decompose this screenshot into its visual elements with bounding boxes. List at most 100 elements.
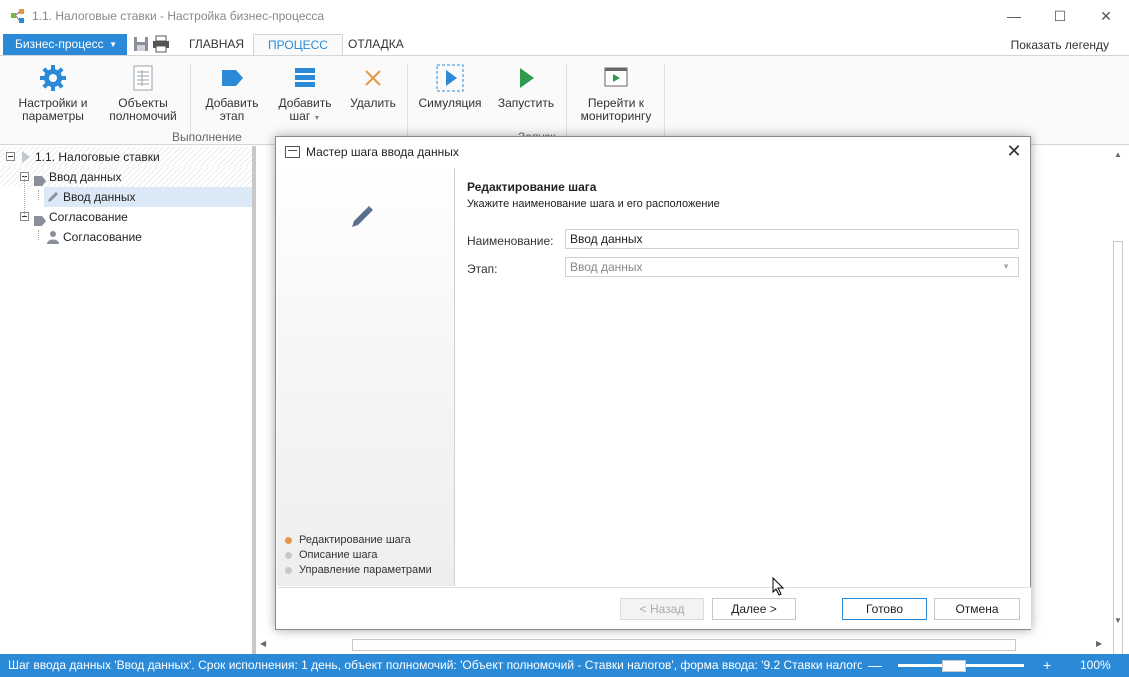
delete-button[interactable]: Удалить (344, 64, 402, 110)
add-step-button[interactable]: Добавить шаг ▼ (272, 64, 338, 125)
dialog-titlebar: Мастер шага ввода данных ✕ (276, 137, 1030, 167)
play-icon (512, 64, 540, 92)
zoom-in-button[interactable]: + (1043, 654, 1051, 677)
maximize-button[interactable]: ☐ (1037, 0, 1083, 32)
step-dot (285, 567, 292, 574)
tree-node-root[interactable]: 1.1. Налоговые ставки (0, 147, 252, 167)
close-window-button[interactable]: ✕ (1083, 0, 1129, 32)
step-wizard-dialog: Мастер шага ввода данных ✕ Редактировани… (275, 136, 1031, 630)
wizard-step-label: Описание шага (299, 549, 378, 561)
list-bars-icon (291, 64, 319, 92)
tree-step2-label: Согласование (63, 230, 142, 244)
ribbon-separator (190, 64, 191, 140)
close-icon[interactable]: ✕ (1006, 142, 1022, 160)
add-stage-button[interactable]: Добавить этап (198, 64, 266, 123)
tree-stage1-label: Ввод данных (49, 170, 122, 184)
wizard-subheading: Укажите наименование шага и его располож… (467, 198, 720, 210)
name-label: Наименование: (467, 234, 554, 248)
business-process-menu-label: Бизнес-процесс (15, 37, 104, 51)
mouse-cursor-icon (772, 576, 786, 600)
window-title: 1.1. Налоговые ставки - Настройка бизнес… (32, 9, 325, 23)
wizard-step-label: Редактирование шага (299, 534, 411, 546)
done-button[interactable]: Готово (842, 598, 927, 620)
scroll-left-icon[interactable]: ◀ (260, 639, 266, 648)
active-step-dot (285, 537, 292, 544)
wizard-step-label: Управление параметрами (299, 564, 432, 576)
run-label: Запустить (497, 96, 555, 110)
zoom-slider-thumb[interactable] (942, 660, 966, 672)
tree-connector (38, 230, 39, 240)
user-icon (46, 230, 60, 250)
wizard-heading: Редактирование шага (467, 180, 597, 194)
authority-objects-button[interactable]: Объекты полномочий (104, 64, 182, 123)
save-icon[interactable] (131, 35, 151, 53)
scroll-up-icon[interactable]: ▲ (1114, 150, 1122, 159)
tab-main[interactable]: ГЛАВНАЯ (175, 34, 258, 56)
stage-select-value: Ввод данных (570, 260, 643, 274)
settings-parameters-button[interactable]: Настройки и параметры (14, 64, 92, 123)
tree-stage2-label: Согласование (49, 210, 128, 224)
tab-process[interactable]: ПРОЦЕСС (253, 34, 343, 56)
tree-node-step[interactable]: Ввод данных (44, 187, 252, 207)
tree-node-stage[interactable]: Ввод данных (0, 167, 252, 187)
name-input[interactable]: Ввод данных (565, 229, 1019, 249)
go-to-monitoring-button[interactable]: Перейти к мониторингу (574, 64, 658, 123)
back-button[interactable]: < Назад (620, 598, 704, 620)
tree-node-step[interactable]: Согласование (44, 227, 252, 247)
wizard-content: Редактирование шага Укажите наименование… (457, 168, 1029, 586)
business-process-menu-button[interactable]: Бизнес-процесс ▼ (3, 34, 127, 55)
gear-icon (39, 64, 67, 92)
window-titlebar: 1.1. Налоговые ставки - Настройка бизнес… (0, 0, 1129, 32)
zoom-level: 100% (1080, 658, 1111, 672)
dialog-footer: < Назад Далее > Готово Отмена (277, 587, 1031, 629)
zoom-out-button[interactable]: — (868, 654, 882, 677)
horizontal-scrollbar[interactable]: ◀ ▶ (256, 636, 1110, 654)
document-table-icon (129, 64, 157, 92)
simulation-label: Симуляция (418, 96, 482, 110)
ribbon-separator (664, 64, 665, 140)
scroll-down-icon[interactable]: ▼ (1114, 616, 1122, 625)
window-icon (285, 146, 300, 158)
tab-debug[interactable]: ОТЛАДКА (334, 34, 418, 56)
collapse-toggle[interactable] (6, 152, 15, 161)
minimize-button[interactable]: — (991, 0, 1037, 32)
print-icon[interactable] (151, 35, 171, 53)
ribbon-separator (407, 64, 408, 140)
tree-step1-label: Ввод данных (63, 190, 136, 204)
monitor-label-line2: мониторингу (580, 109, 652, 123)
objects-label-line2: полномочий (109, 109, 177, 123)
show-legend-link[interactable]: Показать легенду (1011, 38, 1109, 52)
monitor-play-icon (602, 64, 630, 92)
scrollbar-thumb[interactable] (352, 639, 1016, 651)
ribbon-tabbar: Бизнес-процесс ▼ ГЛАВНАЯ ПРОЦЕСС ОТЛАДКА… (0, 33, 1129, 56)
chevron-down-icon: ▼ (109, 40, 117, 49)
simulation-play-icon (436, 64, 464, 92)
status-bar: Шаг ввода данных 'Ввод данных'. Срок исп… (0, 654, 1129, 677)
ribbon-separator (566, 64, 567, 140)
status-text: Шаг ввода данных 'Ввод данных'. Срок исп… (8, 658, 862, 672)
pane-splitter[interactable] (252, 146, 256, 654)
stage-label: Этап: (467, 262, 498, 276)
tree-connector (24, 176, 25, 216)
cancel-button[interactable]: Отмена (934, 598, 1020, 620)
process-tree: 1.1. Налоговые ставки Ввод данных Ввод д… (0, 146, 252, 654)
simulation-button[interactable]: Симуляция (414, 64, 486, 110)
vertical-scrollbar[interactable]: ▲ ▼ (1110, 146, 1129, 677)
pencil-icon (349, 204, 375, 233)
tree-node-stage[interactable]: Согласование (0, 207, 252, 227)
delete-label: Удалить (350, 96, 396, 110)
scrollbar-thumb[interactable] (1113, 241, 1123, 677)
next-button[interactable]: Далее > (712, 598, 796, 620)
delete-x-icon (359, 64, 387, 92)
scroll-right-icon[interactable]: ▶ (1096, 639, 1102, 648)
add-stage-label-line2: этап (219, 109, 245, 123)
tree-connector (38, 190, 39, 200)
tree-root-label: 1.1. Налоговые ставки (35, 150, 160, 164)
wizard-sidebar: Редактирование шага Описание шага Управл… (277, 168, 455, 586)
stage-select[interactable]: Ввод данных ▼ (565, 257, 1019, 277)
group-label-execution: Выполнение (172, 130, 242, 144)
settings-label-line2: параметры (22, 109, 84, 123)
step-dot (285, 552, 292, 559)
chevron-down-icon: ▼ (1002, 262, 1010, 271)
run-button[interactable]: Запустить (494, 64, 558, 110)
